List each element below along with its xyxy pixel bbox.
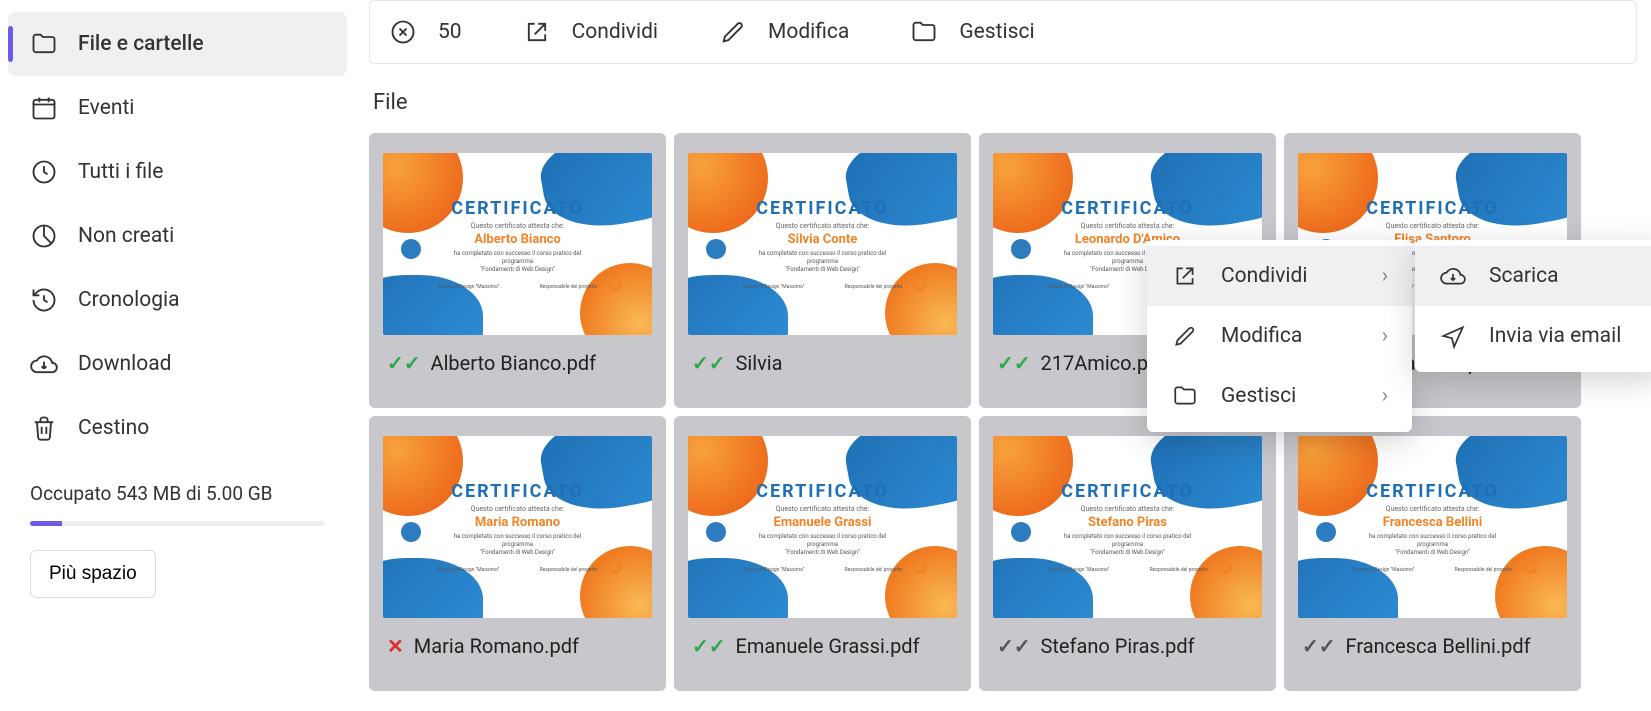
file-card[interactable]: CERTIFICATO Questo certificato attesta c… [979,416,1276,691]
file-card[interactable]: CERTIFICATO Questo certificato attesta c… [674,133,971,408]
file-name: Maria Romano.pdf [414,634,579,658]
card-footer: ✓✓ Francesca Bellini.pdf [1298,634,1567,658]
sidebar-item-files[interactable]: File e cartelle [8,12,347,76]
ctx-label: Condividi [1221,264,1307,288]
certificate-thumbnail: CERTIFICATO Questo certificato attesta c… [1298,436,1567,618]
file-grid: CERTIFICATO Questo certificato attesta c… [369,133,1637,691]
pie-icon [30,222,58,250]
section-title: File [373,90,1633,115]
storage-block: Occupato 543 MB di 5.00 GB Più spazio [8,482,347,598]
status-icon: ✓✓ [1302,634,1336,658]
sidebar-item-notcreated[interactable]: Non creati [8,204,347,268]
ctx-label: Scarica [1489,264,1559,288]
ctx-label: Invia via email [1489,324,1621,348]
pencil-icon [718,17,748,47]
sidebar-item-label: Cronologia [78,288,180,312]
certificate-thumbnail: CERTIFICATO Questo certificato attesta c… [383,153,652,335]
chevron-right-icon: › [1358,384,1388,408]
status-icon: ✓✓ [692,634,726,658]
file-name: Francesca Bellini.pdf [1346,634,1531,658]
sidebar-item-label: File e cartelle [78,32,204,56]
manage-label: Gestisci [959,20,1034,44]
certificate-thumbnail: CERTIFICATO Questo certificato attesta c… [993,436,1262,618]
more-space-button[interactable]: Più spazio [30,550,156,598]
ctx-download[interactable]: Scarica [1415,246,1651,306]
sidebar-item-history[interactable]: Cronologia [8,268,347,332]
file-card[interactable]: CERTIFICATO Questo certificato attesta c… [369,133,666,408]
sidebar-item-label: Eventi [78,96,134,120]
share-button[interactable]: Condividi [514,7,666,57]
history-icon [30,286,58,314]
storage-bar [30,521,325,526]
ctx-manage[interactable]: Gestisci › [1147,366,1412,426]
folder-outline-icon [1171,382,1199,410]
edit-label: Modifica [768,20,849,44]
file-card[interactable]: CERTIFICATO Questo certificato attesta c… [369,416,666,691]
trash-icon [30,414,58,442]
status-icon: ✓✓ [387,351,421,375]
folder-outline-icon [909,17,939,47]
sidebar-item-allfiles[interactable]: Tutti i file [8,140,347,204]
certificate-thumbnail: CERTIFICATO Questo certificato attesta c… [688,153,957,335]
file-name: Alberto Bianco.pdf [431,351,597,375]
sidebar-item-label: Cestino [78,416,149,440]
file-name: Emanuele Grassi.pdf [736,634,920,658]
cloud-download-icon [1439,262,1467,290]
sidebar-item-label: Non creati [78,224,174,248]
close-circle-icon [388,17,418,47]
send-icon [1439,322,1467,350]
edit-button[interactable]: Modifica [710,7,857,57]
card-footer: ✓✓ Emanuele Grassi.pdf [688,634,957,658]
storage-text: Occupato 543 MB di 5.00 GB [30,482,325,505]
deselect-button[interactable]: 50 [380,7,470,57]
file-name: Silvia [736,351,783,375]
status-icon: ✓✓ [997,634,1031,658]
sidebar-item-label: Tutti i file [78,160,163,184]
chevron-right-icon: › [1358,264,1388,288]
main: 50 Condividi Modifica Gestisci File CERT… [355,0,1651,711]
context-submenu-share: Scarica Invia via email [1415,240,1651,372]
status-icon: ✓✓ [692,351,726,375]
sidebar-item-download[interactable]: Download [8,332,347,396]
card-footer: ✕ Maria Romano.pdf [383,634,652,658]
sidebar-item-label: Download [78,352,172,376]
selection-count: 50 [438,20,462,44]
share-icon [1171,262,1199,290]
calendar-icon [30,94,58,122]
ctx-label: Gestisci [1221,384,1296,408]
card-footer: ✓✓ Stefano Piras.pdf [993,634,1262,658]
status-icon: ✓✓ [997,351,1031,375]
status-icon: ✕ [387,634,404,658]
file-card[interactable]: CERTIFICATO Questo certificato attesta c… [674,416,971,691]
card-footer: ✓✓ Alberto Bianco.pdf [383,351,652,375]
cloud-download-icon [30,350,58,378]
clock-icon [30,158,58,186]
selection-toolbar: 50 Condividi Modifica Gestisci [369,0,1637,64]
share-label: Condividi [572,20,658,44]
folder-icon [30,30,58,58]
card-footer: ✓✓ Silvia [688,351,957,375]
pencil-icon [1171,322,1199,350]
ctx-share[interactable]: Condividi › [1147,246,1412,306]
file-name: Stefano Piras.pdf [1041,634,1195,658]
context-menu: Condividi › Modifica › Gestisci › [1147,240,1412,432]
sidebar: File e cartelle Eventi Tutti i file Non … [0,0,355,711]
certificate-thumbnail: CERTIFICATO Questo certificato attesta c… [383,436,652,618]
chevron-right-icon: › [1358,324,1388,348]
sidebar-item-events[interactable]: Eventi [8,76,347,140]
ctx-edit[interactable]: Modifica › [1147,306,1412,366]
certificate-thumbnail: CERTIFICATO Questo certificato attesta c… [688,436,957,618]
ctx-email[interactable]: Invia via email [1415,306,1651,366]
file-card[interactable]: CERTIFICATO Questo certificato attesta c… [1284,416,1581,691]
sidebar-item-trash[interactable]: Cestino [8,396,347,460]
manage-button[interactable]: Gestisci [901,7,1042,57]
share-icon [522,17,552,47]
ctx-label: Modifica [1221,324,1302,348]
